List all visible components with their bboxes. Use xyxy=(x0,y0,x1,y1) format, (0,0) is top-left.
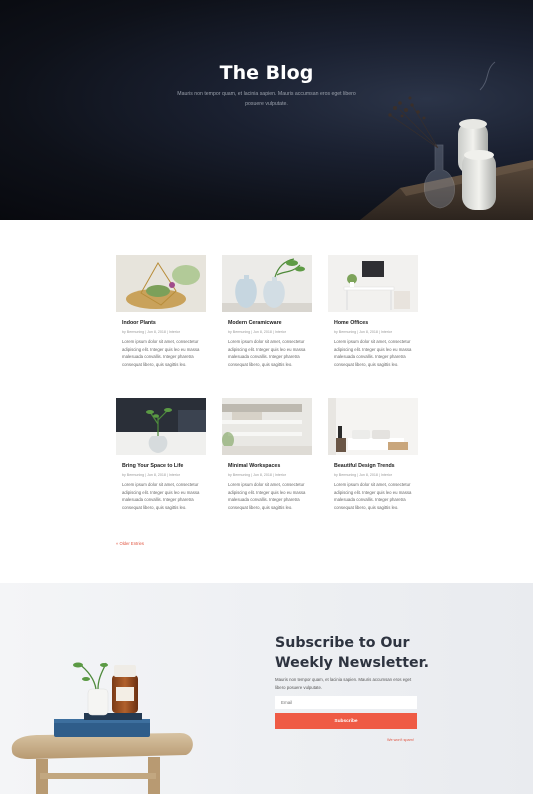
blog-card: Beautiful Design Trends by Bermuning | J… xyxy=(328,398,418,510)
post-meta: by Bermuning | Jun 8, 2018 | Interior xyxy=(334,330,393,334)
post-meta: by Bermuning | Jun 8, 2018 | Interior xyxy=(122,473,181,477)
post-excerpt: Lorem ipsum dolor sit amet, consectetur … xyxy=(334,339,412,367)
subscribe-button[interactable]: Subscribe xyxy=(275,713,417,729)
blog-card: Indoor Plants by Bermuning | Jun 8, 2018… xyxy=(116,255,206,367)
older-entries-link[interactable]: « Older Entries xyxy=(116,541,144,546)
post-excerpt: Lorem ipsum dolor sit amet, consectetur … xyxy=(122,339,200,367)
hero-section: The Blog Mauris non tempor quam, et laci… xyxy=(0,0,533,220)
post-thumbnail-link[interactable] xyxy=(222,255,312,312)
hero-candles-image xyxy=(360,61,533,220)
hero-subtitle: Mauris non tempor quam, et lacinia sapie… xyxy=(177,91,356,107)
blog-card: Bring Your Space to Life by Bermuning | … xyxy=(116,398,206,510)
post-meta: by Bermuning | Jun 8, 2018 | Interior xyxy=(334,473,393,477)
plant-glass-vase-image xyxy=(116,398,206,455)
newsletter-title-line2: Weekly Newsletter. xyxy=(275,655,429,671)
post-title-link[interactable]: Minimal Workspaces xyxy=(228,463,280,469)
email-field[interactable] xyxy=(275,696,417,709)
blog-card: Home Offices by Bermuning | Jun 8, 2018 … xyxy=(328,255,418,367)
plants-terrarium-image xyxy=(116,255,206,312)
no-spam-note: We won't spam! xyxy=(387,738,414,742)
post-meta: by Bermuning | Jun 8, 2018 | Interior xyxy=(122,330,181,334)
blog-card: Minimal Workspaces by Bermuning | Jun 8,… xyxy=(222,398,312,510)
post-excerpt: Lorem ipsum dolor sit amet, consectetur … xyxy=(122,482,200,510)
home-office-desk-image xyxy=(328,255,418,312)
post-excerpt: Lorem ipsum dolor sit amet, consectetur … xyxy=(228,482,306,510)
post-meta: by Bermuning | Jun 8, 2018 | Interior xyxy=(228,330,287,334)
post-title-link[interactable]: Indoor Plants xyxy=(122,320,156,326)
minimal-shelves-image xyxy=(222,398,312,455)
page-title: The Blog xyxy=(219,62,314,84)
newsletter-title: Subscribe to Our Weekly Newsletter. xyxy=(275,633,445,673)
post-thumbnail-link[interactable] xyxy=(328,398,418,455)
post-title-link[interactable]: Beautiful Design Trends xyxy=(334,463,395,469)
bedroom-image xyxy=(328,398,418,455)
post-meta: by Bermuning | Jun 8, 2018 | Interior xyxy=(228,473,287,477)
post-thumbnail-link[interactable] xyxy=(328,255,418,312)
newsletter-title-line1: Subscribe to Our xyxy=(275,635,410,651)
post-title-link[interactable]: Bring Your Space to Life xyxy=(122,463,183,469)
blog-card: Modern Ceramicware by Bermuning | Jun 8,… xyxy=(222,255,312,367)
post-excerpt: Lorem ipsum dolor sit amet, consectetur … xyxy=(334,482,412,510)
post-title-link[interactable]: Home Offices xyxy=(334,320,368,326)
ceramic-vases-image xyxy=(222,255,312,312)
stool-books-image xyxy=(11,662,193,794)
newsletter-section: Subscribe to Our Weekly Newsletter. Maur… xyxy=(0,583,533,794)
newsletter-description: Mauris non tempor quam, et lacinia sapie… xyxy=(275,677,412,690)
post-thumbnail-link[interactable] xyxy=(116,255,206,312)
post-thumbnail-link[interactable] xyxy=(116,398,206,455)
post-title-link[interactable]: Modern Ceramicware xyxy=(228,320,282,326)
post-excerpt: Lorem ipsum dolor sit amet, consectetur … xyxy=(228,339,306,367)
post-thumbnail-link[interactable] xyxy=(222,398,312,455)
